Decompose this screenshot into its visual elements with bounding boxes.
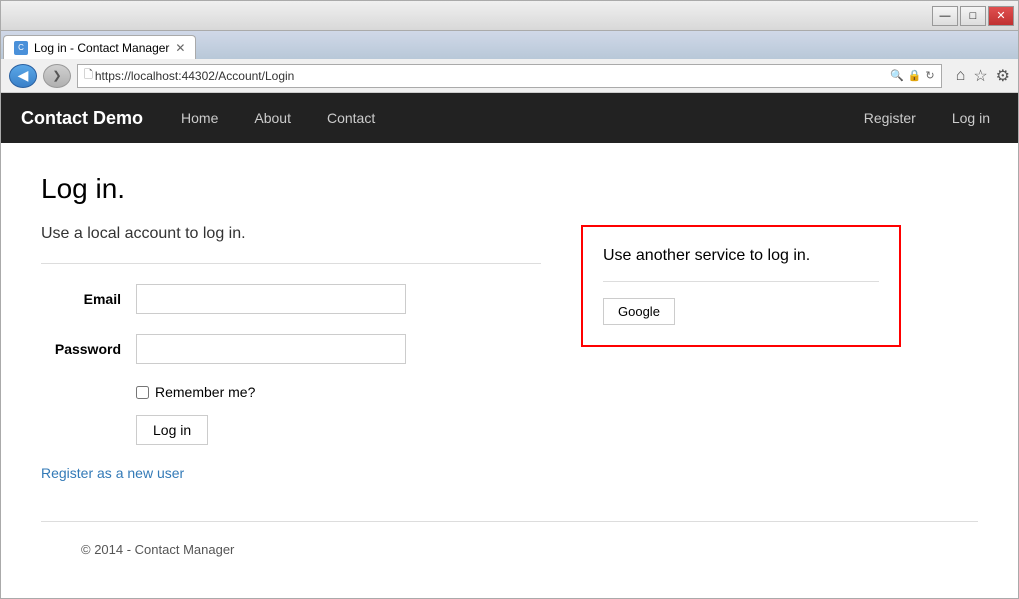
tab-favicon: C — [14, 41, 28, 55]
right-panel: Use another service to log in. Google — [581, 225, 901, 347]
address-bar[interactable]: 🗋 https://localhost:44302/Account/Login … — [77, 64, 942, 88]
email-form-group: Email — [41, 284, 541, 314]
url-text: https://localhost:44302/Account/Login — [95, 69, 888, 83]
navbar-brand[interactable]: Contact Demo — [21, 108, 143, 129]
left-panel: Use a local account to log in. Email Pas… — [41, 225, 541, 481]
navbar-right: Register Log in — [856, 106, 998, 130]
content-row: Use a local account to log in. Email Pas… — [41, 225, 978, 481]
back-button[interactable]: ◀ — [9, 64, 37, 88]
navbar: Contact Demo Home About Contact Register… — [1, 93, 1018, 143]
tab-bar: C Log in - Contact Manager ✕ — [1, 31, 1018, 59]
footer: © 2014 - Contact Manager — [41, 521, 978, 577]
nav-link-contact[interactable]: Contact — [319, 106, 383, 130]
refresh-icon: ↻ — [925, 69, 934, 82]
forward-button[interactable]: ❯ — [43, 64, 71, 88]
favorites-icon[interactable]: ☆ — [973, 66, 987, 86]
main-content: Log in. Use a local account to log in. E… — [1, 143, 1018, 598]
lock-icon: 🔒 — [908, 69, 922, 82]
page-content: Contact Demo Home About Contact Register… — [1, 93, 1018, 598]
address-bar-row: ◀ ❯ 🗋 https://localhost:44302/Account/Lo… — [1, 59, 1018, 93]
remember-me-checkbox[interactable] — [136, 386, 149, 399]
tab-label: Log in - Contact Manager — [34, 41, 169, 55]
page-icon: 🗋 — [84, 66, 93, 85]
footer-text: © 2014 - Contact Manager — [81, 542, 234, 557]
browser-window: — □ ✕ C Log in - Contact Manager ✕ ◀ ❯ 🗋… — [0, 0, 1019, 599]
tab-close-button[interactable]: ✕ — [175, 41, 185, 55]
maximize-button[interactable]: □ — [960, 6, 986, 26]
title-bar: — □ ✕ — [1, 1, 1018, 31]
service-divider — [603, 281, 879, 282]
nav-link-about[interactable]: About — [246, 106, 299, 130]
settings-icon[interactable]: ⚙ — [996, 66, 1010, 86]
page-title: Log in. — [41, 173, 978, 205]
home-icon[interactable]: ⌂ — [956, 67, 966, 85]
section-divider — [41, 263, 541, 264]
window-controls: — □ ✕ — [932, 6, 1014, 26]
search-icon: 🔍 — [890, 69, 904, 82]
service-section-title: Use another service to log in. — [603, 247, 879, 265]
email-input[interactable] — [136, 284, 406, 314]
close-button[interactable]: ✕ — [988, 6, 1014, 26]
local-section-title: Use a local account to log in. — [41, 225, 541, 243]
password-label: Password — [41, 341, 121, 357]
browser-toolbar: ⌂ ☆ ⚙ — [948, 66, 1010, 86]
nav-link-login[interactable]: Log in — [944, 106, 998, 130]
password-form-group: Password — [41, 334, 541, 364]
register-link[interactable]: Register as a new user — [41, 465, 541, 481]
google-button[interactable]: Google — [603, 298, 675, 325]
login-button[interactable]: Log in — [136, 415, 208, 445]
nav-link-register[interactable]: Register — [856, 106, 924, 130]
nav-link-home[interactable]: Home — [173, 106, 226, 130]
navbar-links: Home About Contact — [173, 106, 383, 130]
password-input[interactable] — [136, 334, 406, 364]
email-label: Email — [41, 291, 121, 307]
remember-me-label: Remember me? — [155, 384, 255, 400]
remember-me-row: Remember me? — [136, 384, 541, 400]
browser-tab[interactable]: C Log in - Contact Manager ✕ — [3, 35, 196, 59]
minimize-button[interactable]: — — [932, 6, 958, 26]
